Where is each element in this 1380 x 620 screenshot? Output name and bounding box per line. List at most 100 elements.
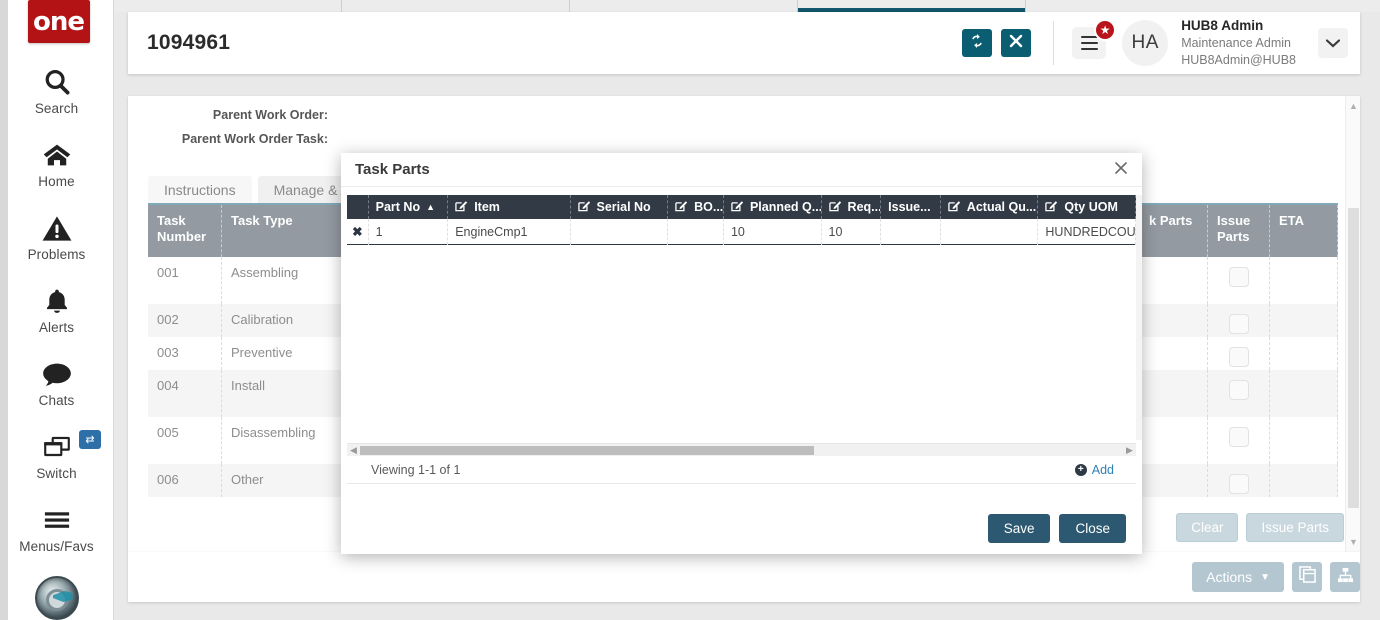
column-header-item[interactable]: Item — [448, 195, 571, 219]
cell-issue-parts — [1208, 370, 1270, 417]
sidebar-item-menus-favs[interactable]: Menus/Favs — [0, 505, 113, 554]
avatar[interactable]: HA — [1122, 20, 1169, 66]
clear-button[interactable]: Clear — [1176, 513, 1239, 542]
sidebar-item-alerts[interactable]: Alerts — [0, 286, 113, 335]
header-actions: ★ HA HUB8 Admin Maintenance Admin HUB8Ad… — [953, 17, 1360, 69]
column-header-actions — [347, 195, 369, 219]
scroll-up-arrow-icon[interactable]: ▲ — [1346, 98, 1360, 114]
issue-parts-checkbox[interactable] — [1228, 314, 1249, 334]
cell-issue-parts — [1208, 304, 1270, 337]
tab-segment-2[interactable] — [342, 0, 570, 12]
tab-segment-active[interactable] — [798, 0, 1026, 12]
cell-issue-parts — [1208, 337, 1270, 370]
user-menu-button[interactable] — [1318, 28, 1348, 58]
refresh-button[interactable] — [962, 29, 993, 57]
issue-parts-checkbox[interactable] — [1228, 380, 1249, 400]
sidebar-item-chats[interactable]: Chats — [0, 359, 113, 408]
tab-segment-1[interactable] — [114, 0, 342, 12]
sidebar-item-search[interactable]: Search — [0, 67, 113, 116]
scroll-thumb[interactable] — [1348, 208, 1359, 508]
parts-grid-status-bar: Viewing 1-1 of 1 + Add — [347, 457, 1136, 484]
app-logo-text: one — [32, 6, 85, 37]
ai-assistant-avatar-icon[interactable] — [34, 576, 79, 620]
swap-arrows-icon[interactable]: ⇄ — [79, 430, 101, 449]
column-header-actual-qty[interactable]: Actual Qu... — [941, 195, 1039, 219]
cell-task-type: Preventive — [222, 337, 349, 370]
cell-task-type: Assembling — [222, 257, 349, 304]
scroll-track[interactable] — [360, 445, 1123, 455]
scroll-down-arrow-icon[interactable]: ▼ — [1346, 534, 1360, 550]
column-header-task-type[interactable]: Task Type — [222, 205, 349, 257]
tab-segment-3[interactable] — [570, 0, 798, 12]
cell-parts — [1140, 337, 1208, 370]
cell-parts — [1140, 464, 1208, 497]
scroll-left-arrow-icon[interactable]: ◀ — [347, 445, 360, 456]
scroll-right-arrow-icon[interactable]: ▶ — [1123, 445, 1136, 456]
app-logo[interactable]: one — [27, 0, 90, 43]
cell-qty-uom[interactable]: HUNDREDCOU — [1038, 218, 1137, 245]
column-label: Serial No — [596, 200, 651, 214]
tab-instructions[interactable]: Instructions — [148, 176, 252, 203]
cell-part-no: 1 — [369, 218, 449, 245]
edit-pencil-icon — [675, 199, 688, 215]
column-header-part-no[interactable]: Part No ▲ — [369, 195, 449, 219]
actions-button[interactable]: Actions ▼ — [1192, 562, 1284, 592]
issue-parts-checkbox[interactable] — [1228, 347, 1249, 367]
modal-body: Part No ▲ Item Serial No BO... Planned Q… — [341, 187, 1142, 502]
column-header-task-number[interactable]: Task Number — [148, 205, 222, 257]
cell-item[interactable]: EngineCmp1 — [448, 218, 571, 245]
close-button[interactable]: Close — [1059, 513, 1126, 543]
cell-task-number: 002 — [148, 304, 222, 337]
delete-row-button[interactable]: ✖ — [347, 218, 369, 245]
save-button[interactable]: Save — [987, 513, 1051, 543]
parent-work-order-label: Parent Work Order: — [212, 108, 328, 122]
hierarchy-button[interactable] — [1330, 562, 1360, 592]
sidebar-item-switch[interactable]: ⇄ Switch — [0, 430, 113, 481]
cell-parts — [1140, 257, 1208, 304]
parts-grid-header: Part No ▲ Item Serial No BO... Planned Q… — [347, 195, 1137, 219]
sidebar-item-problems[interactable]: Problems — [0, 213, 113, 262]
table-row[interactable]: ✖ 1 EngineCmp1 10 10 HUNDREDCOU — [347, 218, 1137, 245]
copy-button[interactable] — [1292, 562, 1322, 592]
notifications-menu-button[interactable]: ★ — [1072, 19, 1117, 59]
close-page-button[interactable] — [1001, 29, 1032, 57]
content-vertical-scrollbar[interactable]: ▲ ▼ — [1345, 96, 1360, 552]
column-header-eta[interactable]: ETA — [1270, 205, 1338, 257]
cell-issue-parts — [1208, 257, 1270, 304]
cell-actual-qty[interactable] — [941, 218, 1039, 245]
modal-footer: Save Close — [341, 502, 1142, 554]
column-header-issued[interactable]: Issue... — [881, 195, 941, 219]
page-header: 1094961 ★ HA HUB8 Admin Maintenance Admi… — [128, 12, 1360, 74]
cell-task-type: Other — [222, 464, 349, 497]
cell-planned-qty[interactable]: 10 — [724, 218, 822, 245]
column-header-serial-no[interactable]: Serial No — [571, 195, 669, 219]
column-header-qty-uom[interactable]: Qty UOM — [1038, 195, 1137, 219]
cell-parts — [1140, 304, 1208, 337]
column-header-parts[interactable]: k Parts — [1140, 205, 1208, 257]
cell-eta — [1270, 464, 1338, 497]
parts-grid-vertical-scrollbar[interactable] — [1136, 195, 1142, 440]
cell-serial-no[interactable] — [571, 218, 669, 245]
column-header-req-qty[interactable]: Req... — [822, 195, 882, 219]
cell-task-number: 001 — [148, 257, 222, 304]
parts-grid-horizontal-scrollbar[interactable]: ◀ ▶ — [347, 443, 1136, 456]
column-header-planned-qty[interactable]: Planned Q... — [724, 195, 822, 219]
add-label: Add — [1091, 463, 1114, 477]
scroll-thumb[interactable] — [360, 445, 814, 455]
modal-close-button[interactable] — [1114, 161, 1128, 178]
issue-parts-button[interactable]: Issue Parts — [1246, 513, 1344, 542]
star-badge-icon: ★ — [1094, 19, 1117, 41]
cell-issue-parts — [1208, 464, 1270, 497]
column-header-issue-parts[interactable]: Issue Parts — [1208, 205, 1270, 257]
content-footer-actions: Clear Issue Parts — [1168, 513, 1344, 542]
cell-req-qty[interactable]: 10 — [822, 218, 882, 245]
add-part-link[interactable]: + Add — [1074, 463, 1114, 477]
cell-bo[interactable] — [668, 218, 724, 245]
cell-task-number: 004 — [148, 370, 222, 417]
issue-parts-checkbox[interactable] — [1228, 474, 1249, 494]
issue-parts-checkbox[interactable] — [1228, 427, 1249, 447]
sidebar-item-home[interactable]: Home — [0, 140, 113, 189]
copy-stack-icon — [1298, 566, 1316, 588]
issue-parts-checkbox[interactable] — [1228, 267, 1249, 287]
column-header-bo[interactable]: BO... — [668, 195, 724, 219]
